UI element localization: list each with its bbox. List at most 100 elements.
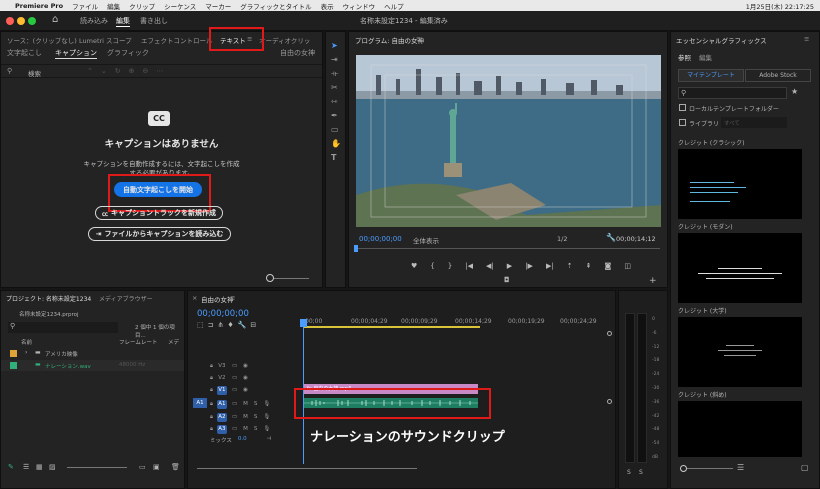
workspace-edit[interactable]: 編集 — [116, 16, 130, 27]
zoom-window-button[interactable] — [28, 17, 36, 25]
folder-expand-icon[interactable]: › — [25, 349, 27, 356]
razor-tool-icon[interactable]: ✂ — [331, 83, 338, 92]
mute-button[interactable]: M — [243, 414, 248, 420]
list-view-icon[interactable]: ☰ — [23, 463, 29, 471]
program-title[interactable]: プログラム: 自由の女神 — [355, 35, 424, 45]
menu-edit[interactable]: 編集 — [107, 1, 120, 11]
lift-icon[interactable]: ⇡ — [567, 262, 573, 270]
trash-icon[interactable]: 🗑 — [171, 463, 180, 471]
play-button[interactable]: ▶ — [507, 262, 512, 270]
go-to-out-icon[interactable]: ▶| — [546, 262, 554, 270]
eg-menu-icon[interactable]: ≡ — [804, 35, 809, 43]
eg-new-item-icon[interactable]: ▢ — [801, 463, 809, 472]
timeline-tab[interactable]: 自由の女神 — [201, 294, 234, 304]
program-menu-icon[interactable]: ≡ — [416, 35, 421, 43]
template-thumb-classic[interactable] — [678, 149, 802, 219]
go-to-in-icon[interactable]: |◀ — [465, 262, 473, 270]
comparison-view-icon[interactable]: ◫ — [624, 262, 631, 270]
timeline-ruler[interactable]: :00;00 00;00;04;29 00;00;09;29 00;00;14;… — [303, 306, 606, 326]
track-label-a2[interactable]: A2 — [216, 412, 227, 422]
hand-tool-icon[interactable]: ✋ — [331, 139, 341, 148]
track-label-v3[interactable]: V3 — [217, 362, 227, 371]
minimize-window-button[interactable] — [17, 17, 25, 25]
library-checkbox[interactable] — [679, 119, 686, 126]
template-thumb-modern[interactable] — [678, 233, 802, 303]
mark-in-icon[interactable]: { — [430, 262, 434, 270]
essential-graphics-title[interactable]: エッセンシャルグラフィックス — [676, 35, 767, 45]
track-label-v1[interactable]: V1 — [216, 385, 227, 395]
col-frame-rate[interactable]: フレームレート — [119, 338, 157, 346]
col-name[interactable]: 名前 — [21, 338, 32, 346]
mark-out-icon[interactable]: } — [448, 262, 452, 270]
timeline-scroll-handle-left[interactable] — [607, 331, 612, 336]
timeline-h-scrollbar[interactable] — [197, 468, 417, 469]
zoom-slider-handle[interactable] — [266, 274, 274, 282]
timeline-timecode[interactable]: 00;00;00;00 — [197, 309, 249, 319]
app-menu[interactable]: Premiere Pro — [15, 2, 63, 10]
menu-clip[interactable]: クリップ — [129, 1, 155, 11]
tab-project[interactable]: プロジェクト: 名称未設定1234 — [6, 294, 91, 303]
adobe-stock-tab[interactable]: Adobe Stock — [745, 69, 811, 82]
mix-value[interactable]: 0.0 — [238, 436, 247, 444]
solo-button[interactable]: S — [254, 426, 258, 432]
eye-icon[interactable]: ◉ — [243, 375, 248, 381]
program-timecode[interactable]: 00;00;00;00 — [359, 235, 402, 243]
zoom-slider[interactable] — [266, 274, 309, 282]
export-frame-icon[interactable]: ◙ — [605, 262, 612, 270]
pen-tool-icon[interactable]: ✒ — [331, 111, 338, 120]
tab-lumetri-scopes[interactable]: Lumetri スコープ — [79, 35, 132, 45]
eg-list-view-icon[interactable]: ☰ — [737, 463, 744, 472]
subtab-captions[interactable]: キャプション — [55, 48, 97, 59]
search-bar[interactable]: ⚲ 検索 ⌃⌄↻⊕⊖⋯ — [1, 64, 322, 78]
eg-tab-browse[interactable]: 参照 — [678, 52, 691, 62]
program-scrubber[interactable] — [354, 245, 660, 252]
timeline-menu-icon[interactable]: ≡ — [230, 294, 235, 302]
new-caption-track-button[interactable]: ㏄ キャプショントラックを新規作成 — [95, 206, 223, 220]
eg-zoom-handle[interactable] — [680, 465, 687, 472]
lock-icon[interactable]: 🔒︎ — [210, 375, 213, 382]
col-media[interactable]: メデ — [168, 338, 179, 346]
menu-view[interactable]: 表示 — [321, 1, 334, 11]
workspace-export[interactable]: 書き出し — [140, 16, 168, 26]
new-item-icon[interactable]: ▣ — [153, 463, 160, 471]
new-bin-icon[interactable]: ▭ — [139, 463, 146, 471]
menu-graphics[interactable]: グラフィックとタイトル — [240, 1, 311, 11]
mix-end-icon[interactable]: ⊣ — [267, 436, 272, 444]
project-zoom-slider[interactable] — [67, 467, 127, 468]
library-dropdown[interactable]: すべて — [721, 117, 787, 128]
track-v3[interactable]: 🔒︎ V3 ▭ ◉ — [200, 360, 302, 372]
subtab-transcript[interactable]: 文字起こし — [7, 48, 42, 58]
button-editor-icon[interactable]: + — [649, 276, 657, 286]
voiceover-mic-icon[interactable]: 🎙︎ — [263, 426, 270, 432]
eg-tab-edit[interactable]: 編集 — [699, 52, 712, 62]
eye-icon[interactable]: ◉ — [243, 387, 248, 393]
fit-dropdown[interactable]: 全体表示 — [413, 235, 439, 245]
tab-audio-clip[interactable]: オーディオクリッ — [259, 35, 310, 45]
mute-button[interactable]: M — [243, 401, 248, 407]
menu-marker[interactable]: マーカー — [205, 1, 231, 11]
menu-sequence[interactable]: シーケンス — [164, 1, 196, 11]
subtab-graphics[interactable]: グラフィック — [107, 48, 149, 58]
workspace-import[interactable]: 読み込み — [80, 16, 108, 26]
settings-wrench-icon[interactable]: 🔧 — [606, 233, 616, 242]
menu-file[interactable]: ファイル — [72, 1, 98, 11]
track-label-a3[interactable]: A3 — [216, 424, 227, 434]
timeline-close-icon[interactable]: × — [192, 294, 197, 302]
meter-solo-left[interactable]: S — [627, 469, 631, 476]
track-a1[interactable]: 🔒︎ A1 ▭ M S 🎙︎ — [200, 398, 302, 410]
home-icon[interactable]: ⌂ — [52, 14, 58, 25]
track-v1[interactable]: 🔒︎ V1 ▭ ◉ — [200, 384, 302, 396]
track-v2[interactable]: 🔒︎ V2 ▭ ◉ — [200, 372, 302, 384]
sync-lock-icon[interactable]: ▭ — [232, 414, 237, 420]
solo-button[interactable]: S — [254, 414, 258, 420]
folder-row[interactable]: › ▬ アメリカ映像 — [1, 348, 184, 359]
sync-lock-icon[interactable]: ▭ — [232, 426, 237, 432]
tab-source[interactable]: ソース：(クリップなし) — [7, 35, 77, 45]
sync-lock-icon[interactable]: ▭ — [232, 363, 237, 369]
mix-track[interactable]: ミックス 0.0 ⊣ — [210, 436, 300, 444]
import-captions-button[interactable]: ⇥ ファイルからキャプションを読み込む — [88, 227, 231, 241]
favorite-star-icon[interactable]: ★ — [791, 87, 798, 96]
slip-tool-icon[interactable]: ⇿ — [331, 97, 338, 106]
tab-effect-controls[interactable]: エフェクトコントロール — [141, 35, 213, 45]
template-thumb-university[interactable] — [678, 317, 802, 387]
